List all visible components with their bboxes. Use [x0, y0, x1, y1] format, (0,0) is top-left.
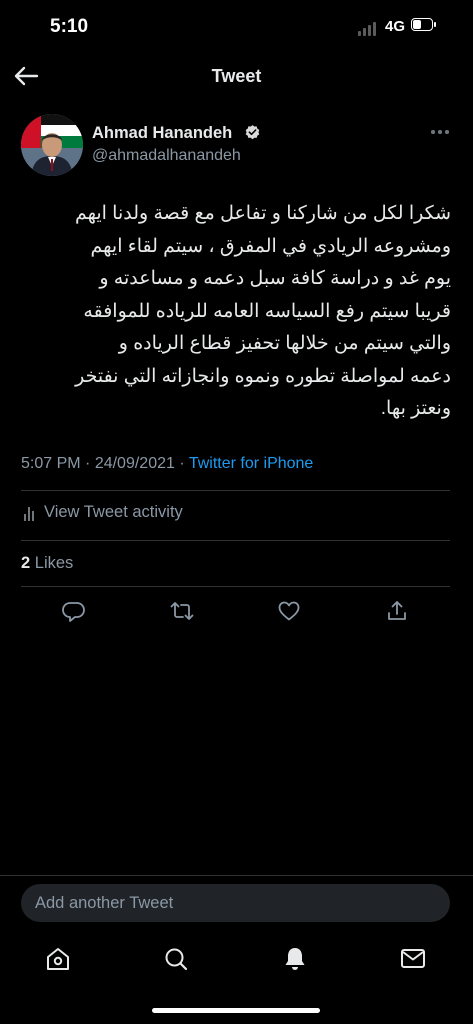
- tweet-time: 5:07 PM: [21, 455, 81, 472]
- author-name[interactable]: Ahmad Hanandeh: [92, 124, 232, 143]
- reply-bar: [0, 875, 473, 936]
- tweet-source-link[interactable]: Twitter for iPhone: [189, 455, 314, 472]
- divider: [21, 540, 450, 541]
- likes-count[interactable]: 2 Likes: [21, 554, 73, 573]
- share-icon[interactable]: [385, 599, 409, 623]
- back-button[interactable]: [12, 64, 40, 88]
- author-handle[interactable]: @ahmadalhanandeh: [92, 147, 241, 165]
- likes-number: 2: [21, 554, 31, 572]
- home-icon[interactable]: [45, 945, 71, 973]
- view-activity-label: View Tweet activity: [44, 503, 183, 521]
- analytics-icon: [24, 507, 36, 521]
- retweet-icon[interactable]: [170, 599, 194, 623]
- status-time: 5:10: [50, 16, 89, 37]
- status-bar: 5:10 4G: [0, 0, 473, 56]
- likes-label: Likes: [34, 554, 74, 572]
- verified-badge-icon: [245, 125, 260, 140]
- more-options-icon[interactable]: [431, 124, 449, 138]
- reply-icon[interactable]: [62, 599, 86, 623]
- divider: [21, 490, 450, 491]
- search-icon[interactable]: [163, 945, 189, 973]
- tweet-date: 24/09/2021: [94, 455, 175, 472]
- reply-input[interactable]: [21, 884, 450, 922]
- signal-icon: [358, 20, 380, 36]
- tweet-text: شكرا لكل من شاركنا و تفاعل مع قصة ولدنا …: [74, 203, 451, 419]
- messages-icon[interactable]: [400, 945, 426, 973]
- page-title: Tweet: [211, 66, 262, 86]
- network-label: 4G: [385, 18, 406, 35]
- notifications-icon[interactable]: [282, 945, 308, 973]
- avatar[interactable]: [21, 114, 83, 176]
- home-indicator: [152, 1008, 320, 1013]
- tweet-meta: 5:07 PM · 24/09/2021 · Twitter for iPhon…: [21, 455, 314, 472]
- nav-header: Tweet: [0, 56, 473, 98]
- back-arrow-icon: [14, 66, 39, 86]
- battery-icon: [411, 18, 437, 33]
- divider: [21, 586, 450, 587]
- like-icon[interactable]: [277, 599, 301, 623]
